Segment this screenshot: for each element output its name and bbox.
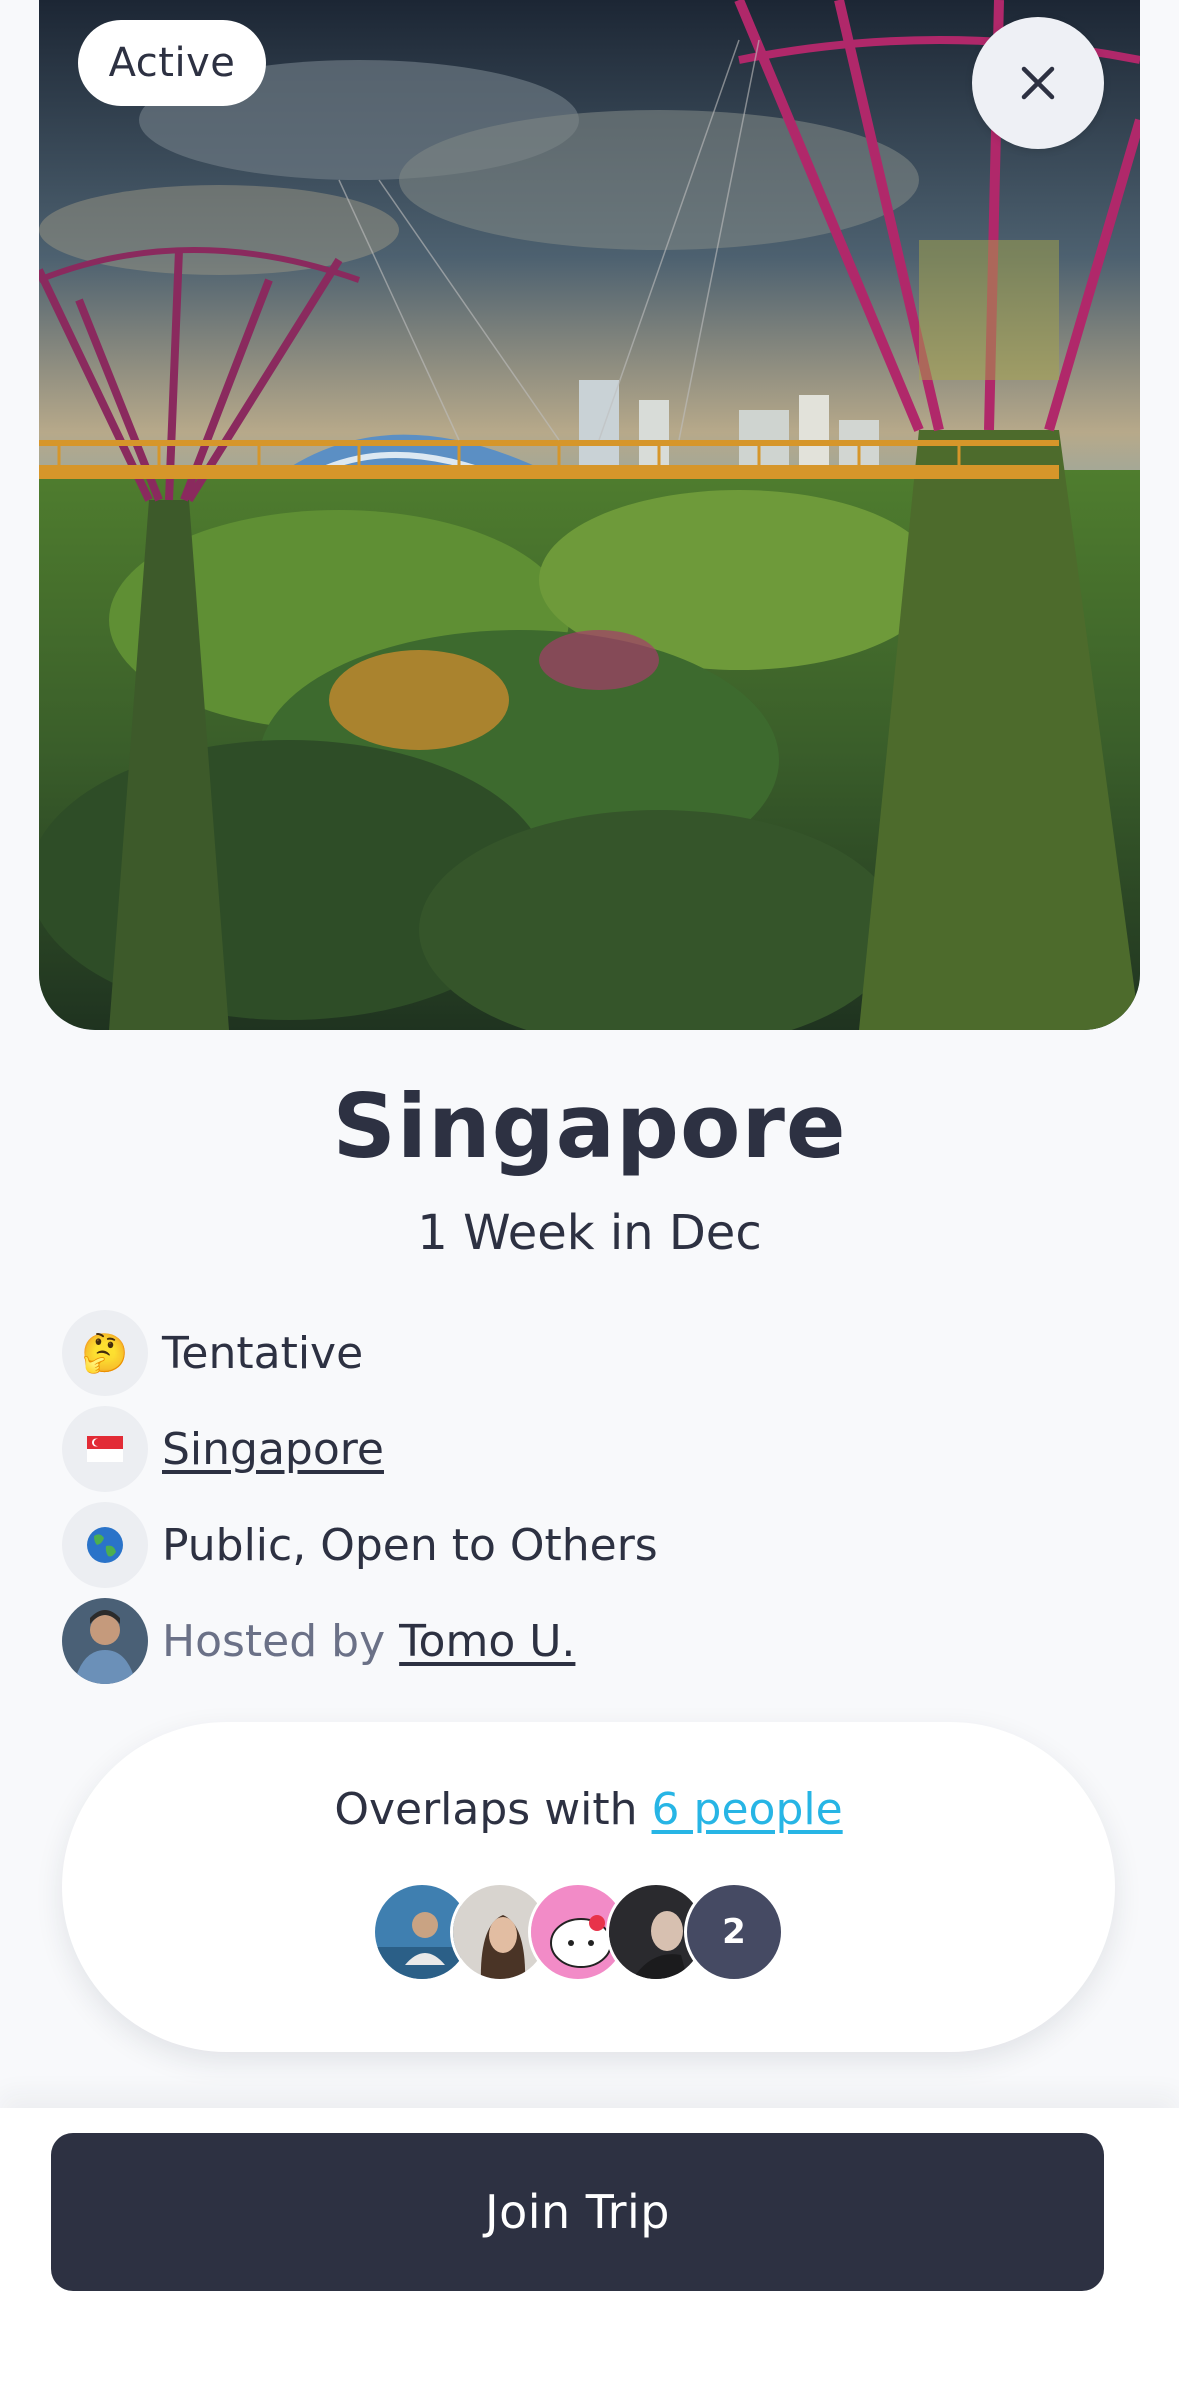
overlaps-text: Overlaps with 6 people [62, 1784, 1115, 1835]
overlaps-people-link[interactable]: 6 people [652, 1784, 843, 1835]
visibility-row: Public, Open to Others [62, 1502, 658, 1588]
host-avatar[interactable] [62, 1598, 148, 1684]
status-badge: Active [78, 20, 266, 106]
join-trip-button[interactable]: Join Trip [51, 2133, 1104, 2291]
trip-title: Singapore [332, 1075, 847, 1178]
close-button[interactable] [972, 17, 1104, 149]
status-row: 🤔 Tentative [62, 1310, 363, 1396]
bottom-action-bar: Join Trip [0, 2108, 1179, 2396]
location-row: Singapore [62, 1406, 384, 1492]
supertree-grove-photo [39, 0, 1140, 1030]
host-name-link[interactable]: Tomo U. [399, 1616, 575, 1667]
overlaps-prefix: Overlaps with [334, 1784, 638, 1835]
more-people-count: 2 [684, 1882, 784, 1982]
hosted-by-label: Hosted by [162, 1615, 386, 1667]
close-icon [1021, 66, 1055, 100]
status-label: Tentative [162, 1327, 364, 1379]
visibility-label: Public, Open to Others [162, 1519, 658, 1571]
host-row: Hosted by Tomo U. [62, 1598, 575, 1684]
hero-image [39, 0, 1140, 1030]
trip-subtitle: 1 Week in Dec [417, 1205, 762, 1261]
overlap-avatars[interactable]: 2 [372, 1882, 784, 1982]
thinking-face-icon: 🤔 [62, 1310, 148, 1396]
singapore-flag-icon [62, 1406, 148, 1492]
overlaps-card[interactable]: Overlaps with 6 people 2 [62, 1722, 1115, 2052]
location-link[interactable]: Singapore [162, 1424, 384, 1475]
globe-icon [62, 1502, 148, 1588]
